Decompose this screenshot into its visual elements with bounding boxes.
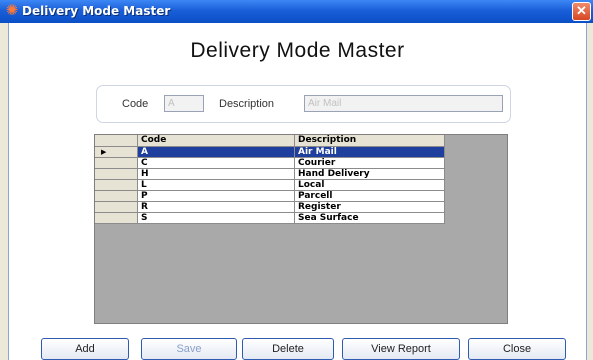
table-cell-code[interactable]: L [138, 180, 295, 191]
table-cell-code[interactable]: S [138, 213, 295, 224]
table-cell-description[interactable]: Sea Surface [295, 213, 445, 224]
spinner-icon: ✺ [5, 2, 19, 19]
application-window: ✺ Delivery Mode Master ✕ Delivery Mode M… [0, 0, 593, 360]
table-cell-code[interactable]: R [138, 202, 295, 213]
delete-button[interactable]: Delete [242, 338, 334, 360]
delivery-mode-grid[interactable]: Code Description ▶ A Air Mail C Courier H Hand… [94, 134, 508, 324]
column-header-code[interactable]: Code [138, 135, 295, 147]
title-bar[interactable]: ✺ Delivery Mode Master ✕ [0, 0, 593, 23]
grid-corner-header [95, 135, 138, 147]
table-cell-description[interactable]: Courier [295, 158, 445, 169]
table-cell-description[interactable]: Hand Delivery [295, 169, 445, 180]
description-field[interactable]: Air Mail [304, 95, 503, 112]
code-field[interactable]: A [164, 95, 204, 112]
row-header[interactable] [95, 191, 138, 202]
close-icon[interactable]: ✕ [572, 2, 591, 21]
row-header[interactable] [95, 180, 138, 191]
table-cell-code[interactable]: C [138, 158, 295, 169]
table-cell-description[interactable]: Local [295, 180, 445, 191]
table-cell-description[interactable]: Register [295, 202, 445, 213]
table-cell-description[interactable]: Parcell [295, 191, 445, 202]
table-cell-code[interactable]: H [138, 169, 295, 180]
code-label: Code [122, 98, 149, 110]
page-title: Delivery Mode Master [190, 39, 405, 62]
filter-panel: Code A Description Air Mail [96, 85, 511, 123]
view-report-button[interactable]: View Report [342, 338, 460, 360]
row-header[interactable] [95, 158, 138, 169]
table-cell-code[interactable]: P [138, 191, 295, 202]
form-body: Delivery Mode Master Code A Description … [8, 23, 587, 360]
add-button[interactable]: Add [41, 338, 129, 360]
column-header-description[interactable]: Description [295, 135, 445, 147]
close-button[interactable]: Close [468, 338, 566, 360]
save-button[interactable]: Save [141, 338, 237, 360]
table-cell-code[interactable]: A [138, 147, 295, 158]
row-header[interactable] [95, 213, 138, 224]
row-header[interactable]: ▶ [95, 147, 138, 158]
description-label: Description [219, 98, 275, 110]
row-header[interactable] [95, 202, 138, 213]
window-title: Delivery Mode Master [22, 4, 171, 18]
row-header[interactable] [95, 169, 138, 180]
table-cell-description[interactable]: Air Mail [295, 147, 445, 158]
row-pointer-icon: ▶ [101, 148, 107, 156]
